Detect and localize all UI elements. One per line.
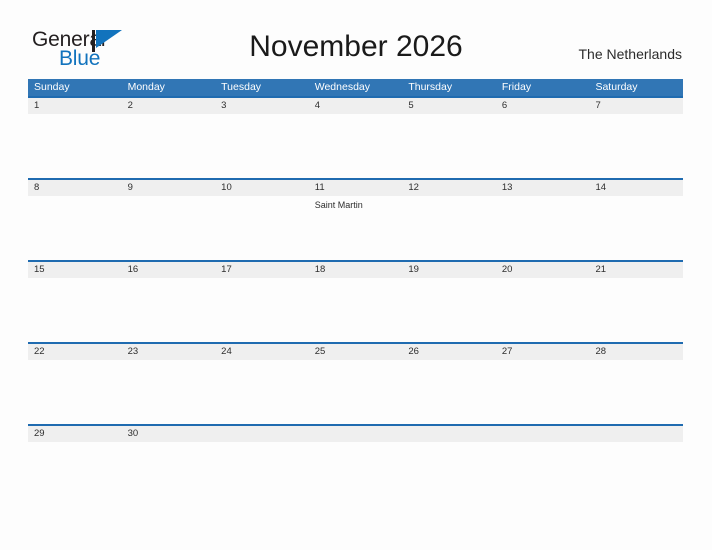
- day-number[interactable]: 25: [309, 344, 403, 360]
- day-cell[interactable]: [589, 442, 683, 472]
- day-cell[interactable]: [589, 114, 683, 178]
- day-number[interactable]: 6: [496, 98, 590, 114]
- day-cell[interactable]: Saint Martin: [309, 196, 403, 260]
- day-number[interactable]: 13: [496, 180, 590, 196]
- week-event-area: Saint Martin: [28, 196, 683, 260]
- day-number[interactable]: 30: [122, 426, 216, 442]
- day-cell[interactable]: [215, 442, 309, 472]
- day-number[interactable]: 29: [28, 426, 122, 442]
- day-number[interactable]: 28: [589, 344, 683, 360]
- day-number[interactable]: [215, 426, 309, 442]
- calendar-week-row: 29 30: [28, 424, 683, 472]
- weekday-header-friday: Friday: [501, 81, 532, 93]
- day-cell[interactable]: [122, 278, 216, 342]
- day-cell[interactable]: [122, 196, 216, 260]
- day-cell[interactable]: [28, 196, 122, 260]
- day-number[interactable]: 26: [402, 344, 496, 360]
- day-number[interactable]: 24: [215, 344, 309, 360]
- day-number[interactable]: 27: [496, 344, 590, 360]
- day-cell[interactable]: [122, 442, 216, 472]
- day-number[interactable]: 14: [589, 180, 683, 196]
- day-number[interactable]: 12: [402, 180, 496, 196]
- day-number[interactable]: 10: [215, 180, 309, 196]
- day-number[interactable]: 1: [28, 98, 122, 114]
- day-cell[interactable]: [309, 442, 403, 472]
- day-number[interactable]: 20: [496, 262, 590, 278]
- day-cell[interactable]: [589, 278, 683, 342]
- calendar-grid: Sunday Monday Tuesday Wednesday Thursday…: [28, 79, 683, 472]
- day-number[interactable]: [589, 426, 683, 442]
- week-event-area: [28, 278, 683, 342]
- day-number[interactable]: 17: [215, 262, 309, 278]
- day-cell[interactable]: [309, 278, 403, 342]
- week-date-band: 29 30: [28, 424, 683, 442]
- day-cell[interactable]: [309, 114, 403, 178]
- weekday-header-monday: Monday: [127, 81, 165, 93]
- day-cell[interactable]: [402, 114, 496, 178]
- weekday-header-wednesday: Wednesday: [314, 81, 370, 93]
- week-date-band: 1 2 3 4 5 6 7: [28, 96, 683, 114]
- day-number[interactable]: 2: [122, 98, 216, 114]
- day-cell[interactable]: [402, 442, 496, 472]
- week-date-band: 22 23 24 25 26 27 28: [28, 342, 683, 360]
- day-number[interactable]: 3: [215, 98, 309, 114]
- day-cell[interactable]: [589, 360, 683, 424]
- event-label: Saint Martin: [314, 200, 363, 210]
- week-event-area: [28, 114, 683, 178]
- region-label: The Netherlands: [578, 46, 682, 62]
- day-cell[interactable]: [28, 442, 122, 472]
- weekday-header-sunday: Sunday: [34, 81, 70, 93]
- day-cell[interactable]: [215, 196, 309, 260]
- day-cell[interactable]: [402, 278, 496, 342]
- week-event-area: [28, 360, 683, 424]
- calendar-week-row: 15 16 17 18 19 20 21: [28, 260, 683, 342]
- calendar-week-row: 8 9 10 11 12 13 14 Saint Martin: [28, 178, 683, 260]
- day-cell[interactable]: [496, 278, 590, 342]
- day-number[interactable]: 21: [589, 262, 683, 278]
- day-number[interactable]: 15: [28, 262, 122, 278]
- day-cell[interactable]: [589, 196, 683, 260]
- weekday-header-tuesday: Tuesday: [221, 81, 262, 93]
- day-number[interactable]: 16: [122, 262, 216, 278]
- week-date-band: 15 16 17 18 19 20 21: [28, 260, 683, 278]
- day-cell[interactable]: [402, 196, 496, 260]
- day-cell[interactable]: [309, 360, 403, 424]
- calendar-week-row: 22 23 24 25 26 27 28: [28, 342, 683, 424]
- day-number[interactable]: [402, 426, 496, 442]
- day-cell[interactable]: [122, 360, 216, 424]
- day-number[interactable]: 23: [122, 344, 216, 360]
- page-header: General Blue November 2026 The Netherlan…: [0, 0, 712, 79]
- day-cell[interactable]: [28, 360, 122, 424]
- day-number[interactable]: [309, 426, 403, 442]
- day-cell[interactable]: [496, 196, 590, 260]
- day-number[interactable]: 8: [28, 180, 122, 196]
- day-cell[interactable]: [215, 360, 309, 424]
- weekday-header-saturday: Saturday: [595, 81, 638, 93]
- day-cell[interactable]: [496, 114, 590, 178]
- weekday-header-thursday: Thursday: [408, 81, 453, 93]
- day-number[interactable]: 22: [28, 344, 122, 360]
- day-number[interactable]: 11: [309, 180, 403, 196]
- day-number[interactable]: 19: [402, 262, 496, 278]
- calendar-week-row: 1 2 3 4 5 6 7: [28, 96, 683, 178]
- day-cell[interactable]: [215, 114, 309, 178]
- day-cell[interactable]: [496, 442, 590, 472]
- day-cell[interactable]: [402, 360, 496, 424]
- day-number[interactable]: [496, 426, 590, 442]
- week-date-band: 8 9 10 11 12 13 14: [28, 178, 683, 196]
- week-event-area: [28, 442, 683, 472]
- day-cell[interactable]: [28, 278, 122, 342]
- day-cell[interactable]: [496, 360, 590, 424]
- day-number[interactable]: 7: [589, 98, 683, 114]
- day-number[interactable]: 9: [122, 180, 216, 196]
- day-number[interactable]: 5: [402, 98, 496, 114]
- day-cell[interactable]: [215, 278, 309, 342]
- day-cell[interactable]: [122, 114, 216, 178]
- weekday-header-row: Sunday Monday Tuesday Wednesday Thursday…: [28, 79, 683, 96]
- day-number[interactable]: 18: [309, 262, 403, 278]
- day-cell[interactable]: [28, 114, 122, 178]
- day-number[interactable]: 4: [309, 98, 403, 114]
